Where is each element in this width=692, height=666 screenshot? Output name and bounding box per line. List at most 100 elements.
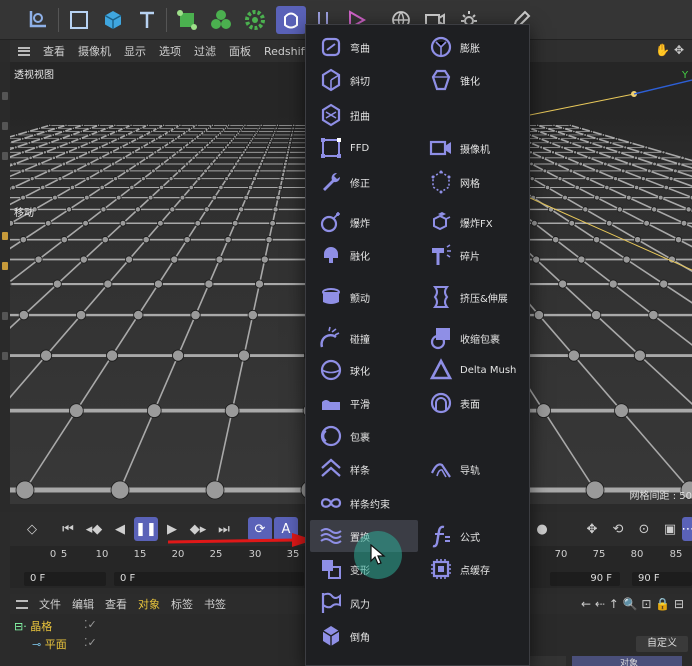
go-to-start-icon[interactable]: ⏮ bbox=[56, 517, 80, 541]
om-menu-edit[interactable]: 编辑 bbox=[72, 596, 94, 612]
menu-item-rail[interactable]: 导轨 bbox=[420, 453, 528, 485]
jiggle-icon bbox=[322, 288, 340, 304]
menu-item-formula[interactable]: 公式 bbox=[420, 520, 528, 552]
menu-item-twist[interactable]: 扭曲 bbox=[310, 99, 418, 131]
max-frame-field[interactable]: 90 F bbox=[632, 572, 692, 586]
end-frame-field[interactable]: 90 F bbox=[550, 572, 620, 586]
viewport-menu-redshift[interactable]: Redshift bbox=[264, 45, 309, 58]
coordinate-system-icon[interactable] bbox=[22, 6, 52, 34]
menu-item-wind[interactable]: 风力 bbox=[310, 587, 418, 619]
menu-item-squash-stretch[interactable]: 挤压&伸展 bbox=[420, 281, 528, 313]
ruler-tick: 80 bbox=[630, 549, 644, 560]
mouse-cursor-icon bbox=[370, 544, 386, 565]
ruler-tick: 30 bbox=[248, 549, 262, 560]
menu-item-smoothing[interactable]: 平滑 bbox=[310, 387, 418, 419]
menu-item-mesh[interactable]: 网格 bbox=[420, 166, 528, 198]
move-tool-label: 移动 bbox=[14, 208, 34, 219]
menu-item-melt[interactable]: 融化 bbox=[310, 239, 418, 271]
menu-item-taper[interactable]: 锥化 bbox=[420, 64, 528, 96]
left-tool-strip bbox=[0, 62, 10, 512]
cube-icon[interactable] bbox=[98, 6, 128, 34]
delta-triangle-icon bbox=[429, 358, 453, 380]
formula-icon bbox=[432, 525, 450, 548]
bomb-icon bbox=[320, 212, 340, 233]
viewport-menu-filter[interactable]: 过滤 bbox=[194, 43, 216, 59]
menu-item-bend[interactable]: 弯曲 bbox=[310, 31, 418, 63]
generator-icon[interactable] bbox=[172, 6, 202, 34]
start-frame-field[interactable]: 0 F bbox=[24, 572, 106, 586]
ruler-tick: 70 bbox=[554, 549, 568, 560]
om-menu-file[interactable]: 文件 bbox=[39, 596, 61, 612]
om-menu-view[interactable]: 查看 bbox=[105, 596, 127, 612]
viewport-menu-panel[interactable]: 面板 bbox=[229, 43, 251, 59]
record-icon[interactable]: ● bbox=[530, 517, 554, 541]
smoothing-icon bbox=[322, 400, 340, 410]
viewport-menu-icon[interactable] bbox=[18, 46, 30, 56]
current-frame-field[interactable]: 0 F bbox=[114, 572, 304, 586]
attr-tab-object[interactable]: 对象 bbox=[572, 656, 682, 666]
object-row-plane[interactable]: ⊸ 平面 bbox=[32, 636, 67, 652]
key-scale-icon[interactable]: ⊙ bbox=[632, 517, 656, 541]
ruler-tick: 15 bbox=[133, 549, 147, 560]
viewport-menu-camera[interactable]: 摄像机 bbox=[78, 43, 111, 59]
rail-icon bbox=[430, 463, 451, 478]
keyframe-diamond-icon[interactable]: ◇ bbox=[20, 517, 44, 541]
menu-item-camera[interactable]: 摄像机 bbox=[420, 132, 528, 164]
viewport-menu-display[interactable]: 显示 bbox=[124, 43, 146, 59]
object-name: 平面 bbox=[44, 638, 67, 651]
om-nav-icons[interactable]: ← ⇠ ↑ 🔍 ⊡ 🔒 ⊟ bbox=[581, 597, 684, 611]
svg-text:Y: Y bbox=[681, 70, 689, 81]
menu-item-shatter[interactable]: 碎片 bbox=[420, 239, 528, 271]
menu-item-surface[interactable]: 表面 bbox=[420, 387, 528, 419]
menu-item-shear[interactable]: 斜切 bbox=[310, 64, 418, 96]
red-annotation-arrow bbox=[168, 533, 314, 547]
primitive-square-icon[interactable] bbox=[64, 6, 94, 34]
menu-item-explosion[interactable]: 爆炸 bbox=[310, 206, 418, 238]
viewport-menu-view[interactable]: 查看 bbox=[43, 43, 65, 59]
menu-item-spline[interactable]: 样条 bbox=[310, 453, 418, 485]
menu-item-spline-wrap[interactable]: 样条约束 bbox=[310, 487, 418, 519]
pause-icon[interactable]: ❚❚ bbox=[134, 517, 158, 541]
menu-item-delta-mush[interactable]: Delta Mush bbox=[420, 354, 528, 386]
deformer-menu-icon[interactable] bbox=[276, 6, 306, 34]
hand-pan-icon[interactable]: ✋ ✥ bbox=[655, 43, 684, 57]
key-pla-icon[interactable]: ⋯ bbox=[682, 517, 692, 541]
morph-icon bbox=[322, 560, 341, 579]
menu-item-bulge[interactable]: 膨胀 bbox=[420, 31, 528, 63]
menu-item-collision[interactable]: 碰撞 bbox=[310, 322, 418, 354]
om-menu-tags[interactable]: 标签 bbox=[171, 596, 193, 612]
surface-icon bbox=[430, 392, 452, 414]
om-menu-bookmarks[interactable]: 书签 bbox=[204, 596, 226, 612]
menu-item-point-cache[interactable]: 点缓存 bbox=[420, 553, 528, 585]
text-tool-icon[interactable] bbox=[132, 6, 162, 34]
om-menu-icon[interactable] bbox=[16, 599, 28, 609]
prev-frame-icon[interactable]: ◀ bbox=[108, 517, 132, 541]
melt-icon bbox=[324, 247, 338, 263]
key-position-icon[interactable]: ✥ bbox=[580, 517, 604, 541]
custom-layout-button[interactable]: 自定义 bbox=[636, 636, 688, 652]
menu-item-jiggle[interactable]: 颤动 bbox=[310, 281, 418, 313]
menu-item-ffd[interactable]: FFD bbox=[310, 132, 418, 164]
om-menu-object[interactable]: 对象 bbox=[138, 596, 160, 612]
menu-item-bevel[interactable]: 倒角 bbox=[310, 620, 418, 652]
gear-generator-icon[interactable] bbox=[240, 6, 270, 34]
menu-item-spherify[interactable]: 球化 bbox=[310, 354, 418, 386]
object-row-lattice[interactable]: ⊟· 晶格 bbox=[14, 618, 52, 634]
menu-item-shrink-wrap[interactable]: 收缩包裹 bbox=[420, 322, 528, 354]
visibility-dots-icon[interactable]: ⁚✓ bbox=[84, 636, 97, 649]
menu-item-wrap[interactable]: 包裹 bbox=[310, 420, 418, 452]
key-param-icon[interactable]: ▣ bbox=[658, 517, 682, 541]
viewport-menu-options[interactable]: 选项 bbox=[159, 43, 181, 59]
camera-icon bbox=[429, 140, 451, 156]
prev-key-icon[interactable]: ◂◆ bbox=[82, 517, 106, 541]
spline-house-icon bbox=[321, 458, 341, 477]
squash-stretch-icon bbox=[432, 286, 450, 308]
menu-item-explosion-fx[interactable]: 爆炸FX bbox=[420, 206, 528, 238]
visibility-dots-icon[interactable]: ⁚✓ bbox=[84, 618, 97, 631]
explosion-fx-icon bbox=[433, 212, 451, 231]
menu-item-correction[interactable]: 修正 bbox=[310, 166, 418, 198]
bulge-icon bbox=[430, 36, 452, 58]
ruler-tick: 5 bbox=[60, 549, 68, 560]
cloner-icon[interactable] bbox=[206, 6, 236, 34]
key-rotation-icon[interactable]: ⟲ bbox=[606, 517, 630, 541]
